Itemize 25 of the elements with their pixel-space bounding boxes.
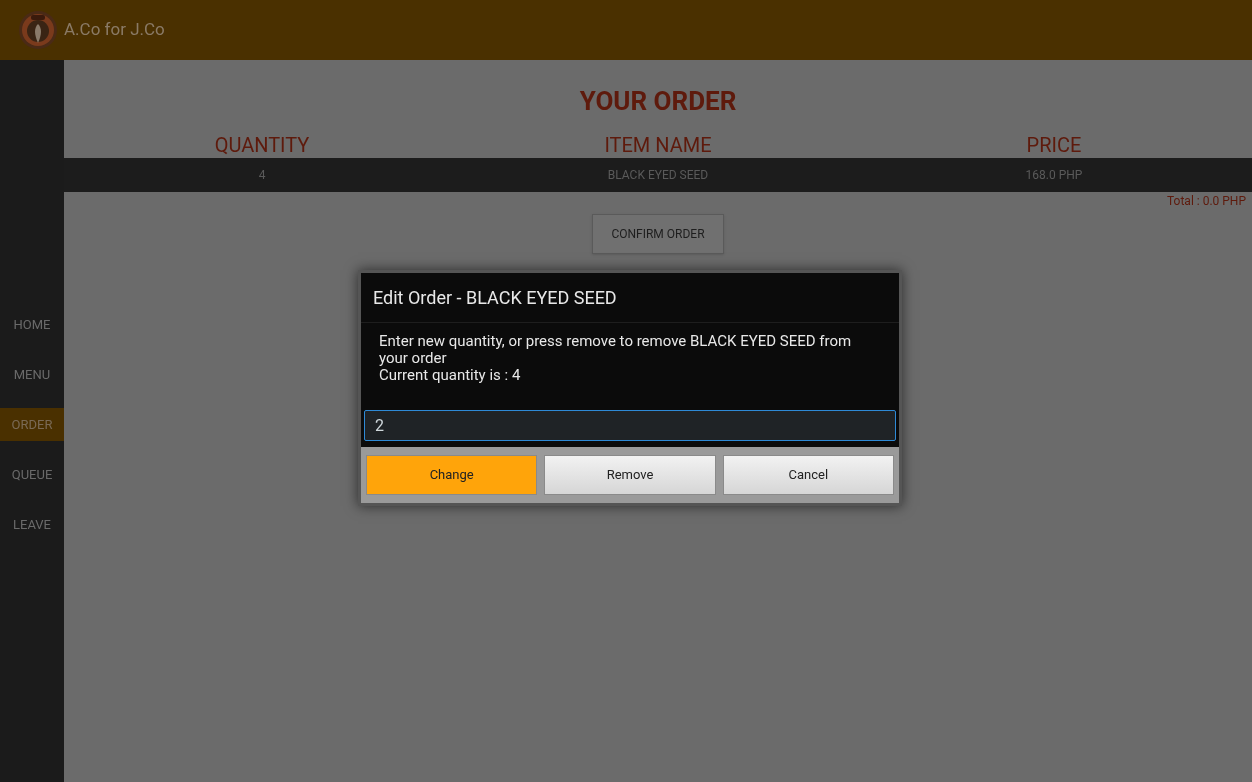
column-header: QUANTITY bbox=[213, 132, 311, 158]
quantity-field[interactable]: 2 bbox=[364, 410, 896, 441]
dialog-message: Enter new quantity, or press remove to remove BLACK EYED SEED from your order bbox=[379, 333, 853, 367]
column-header: PRICE bbox=[1025, 132, 1083, 158]
dialog-button[interactable]: Change bbox=[366, 455, 538, 495]
order-total: Total : 0.0 PHP bbox=[1167, 193, 1246, 210]
dialog-title: Edit Order - BLACK EYED SEED bbox=[361, 273, 899, 323]
nav-item[interactable]: ORDER bbox=[0, 408, 64, 441]
nav-item[interactable]: HOME bbox=[0, 308, 64, 341]
dialog-button[interactable]: Remove bbox=[544, 455, 716, 495]
table-cell-text: BLACK EYED SEED bbox=[606, 167, 710, 184]
nav-item[interactable]: QUEUE bbox=[0, 458, 64, 491]
dialog-button[interactable]: Cancel bbox=[722, 455, 894, 495]
page-title: YOUR ORDER bbox=[578, 85, 738, 118]
confirm-order-button[interactable]: CONFIRM ORDER bbox=[592, 214, 724, 254]
nav-item[interactable]: LEAVE bbox=[0, 508, 64, 541]
table-row[interactable]: 4 BLACK EYED SEED 168.0 PHP bbox=[64, 158, 1252, 192]
quantity-value: 2 bbox=[375, 414, 384, 437]
app-title: A.Co for J.Co bbox=[64, 18, 165, 42]
table-cell-text: 4 bbox=[257, 167, 267, 184]
logo-icon bbox=[18, 10, 58, 50]
current-quantity: Current quantity is : 4 bbox=[379, 367, 522, 384]
table-cell-text: 168.0 PHP bbox=[1024, 167, 1084, 184]
column-header: ITEM NAME bbox=[603, 132, 713, 158]
nav-item[interactable]: MENU bbox=[0, 358, 64, 391]
